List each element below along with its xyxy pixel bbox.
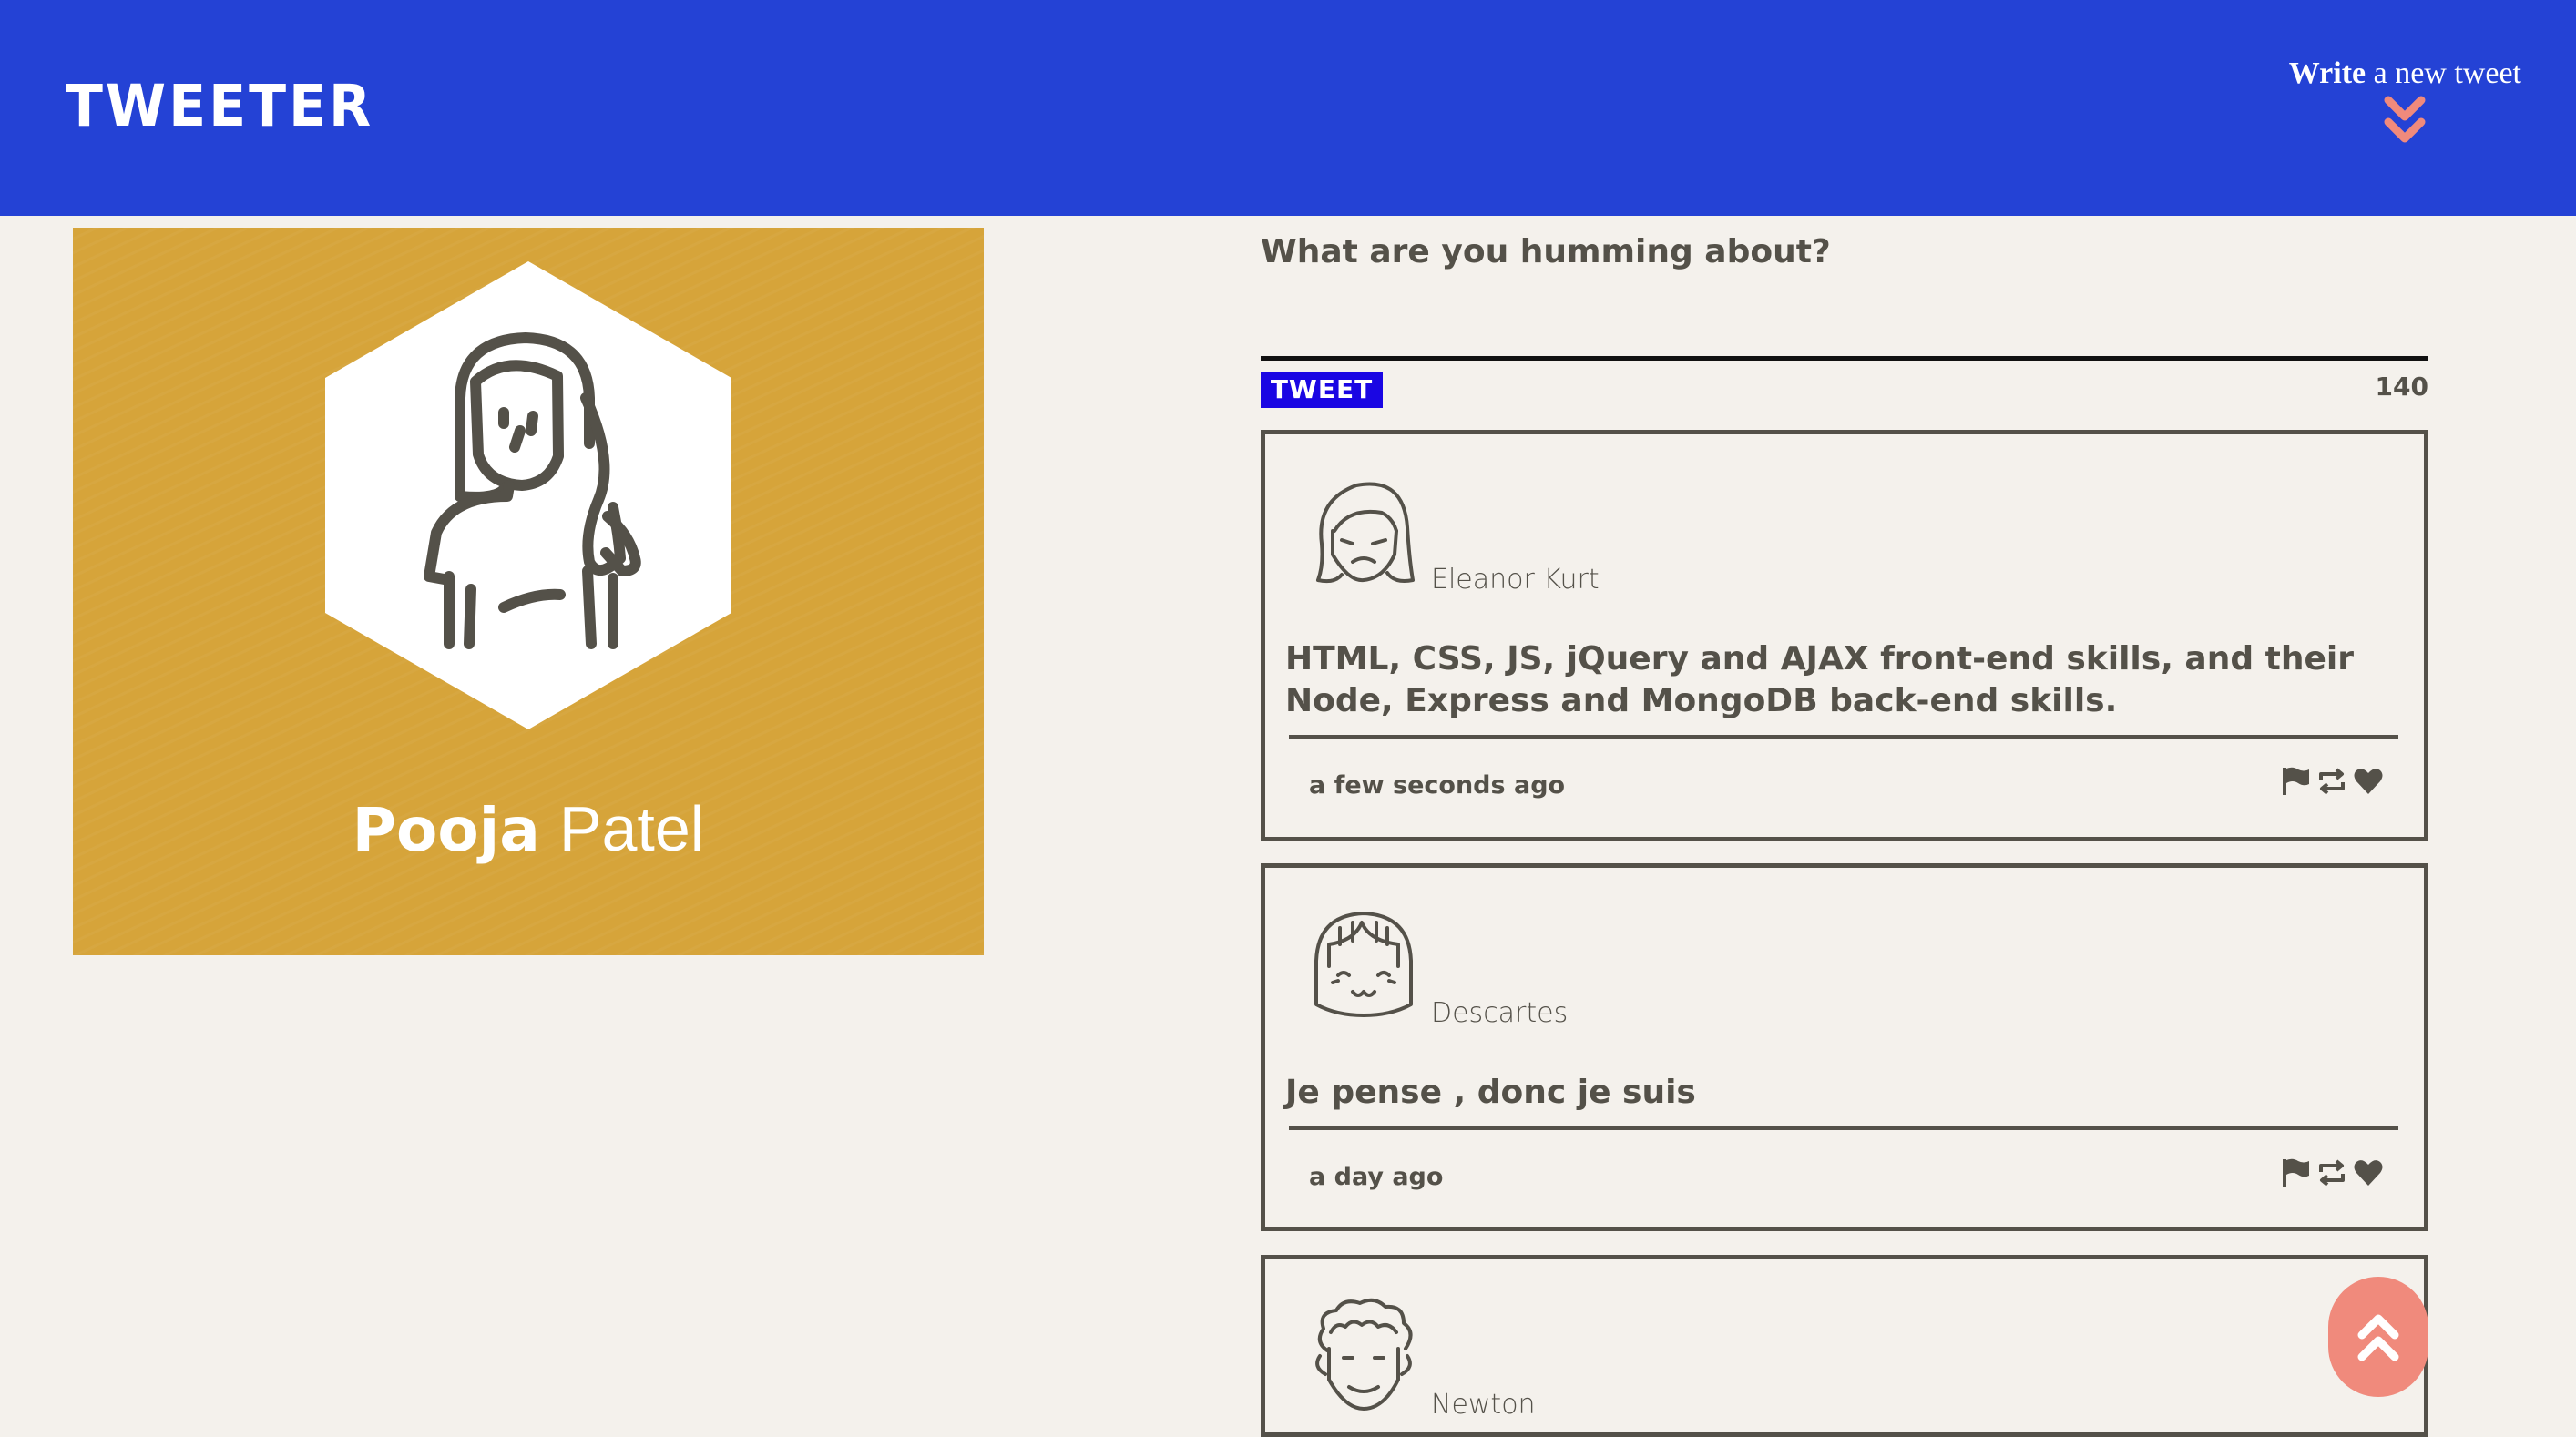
flag-icon[interactable] (2280, 1157, 2311, 1188)
profile-first-name: Pooja (352, 795, 540, 865)
profile-name: Pooja Patel (73, 792, 984, 865)
tweet-actions (2280, 1157, 2384, 1188)
tweet-card: Eleanor Kurt HTML, CSS, JS, jQuery and A… (1261, 430, 2428, 841)
tweet-timestamp: a few seconds ago (1309, 771, 1566, 800)
tweet-divider (1289, 1126, 2398, 1130)
compose-label-rest: a new tweet (2366, 56, 2521, 90)
write-new-tweet-toggle[interactable]: Write a new tweet (2289, 56, 2521, 146)
top-nav: TWEETER Write a new tweet (0, 0, 2576, 216)
heart-icon[interactable] (2353, 1157, 2384, 1188)
tweet-author-name: Eleanor Kurt (1431, 564, 1600, 596)
woman-avatar-icon (1316, 482, 1415, 584)
heart-icon[interactable] (2353, 766, 2384, 797)
tweet-content: HTML, CSS, JS, jQuery and AJAX front-end… (1285, 640, 2354, 719)
retweet-icon[interactable] (2316, 766, 2347, 797)
flag-icon[interactable] (2280, 766, 2311, 797)
composer-textarea-underline (1261, 356, 2428, 361)
girl-avatar-icon (325, 261, 731, 729)
profile-last-name: Patel (558, 793, 705, 864)
curly-hair-avatar-icon (1315, 1298, 1413, 1411)
tweet-composer-prompt[interactable]: What are you humming about? (1261, 233, 1831, 270)
tweet-actions (2280, 766, 2384, 797)
tweet-card: Newton (1261, 1255, 2428, 1437)
double-chevron-down-icon (2384, 96, 2426, 143)
tweet-content: Je pense , donc je suis (1285, 1074, 1696, 1111)
tweet-card: Descartes Je pense , donc je suis a day … (1261, 863, 2428, 1231)
app-logo[interactable]: TWEETER (66, 73, 373, 140)
bob-hair-avatar-icon (1314, 912, 1413, 1017)
tweet-timestamp: a day ago (1309, 1163, 1444, 1191)
character-counter: 140 (2375, 372, 2428, 402)
tweet-divider (1289, 735, 2398, 739)
compose-label-bold: Write (2288, 56, 2366, 90)
double-chevron-up-icon (2357, 1314, 2399, 1361)
scroll-to-top-button[interactable] (2328, 1277, 2428, 1397)
tweet-author-name: Newton (1431, 1389, 1536, 1421)
tweet-author-name: Descartes (1431, 997, 1569, 1029)
profile-card: Pooja Patel (73, 228, 984, 955)
tweet-submit-button[interactable]: TWEET (1261, 372, 1383, 408)
retweet-icon[interactable] (2316, 1157, 2347, 1188)
